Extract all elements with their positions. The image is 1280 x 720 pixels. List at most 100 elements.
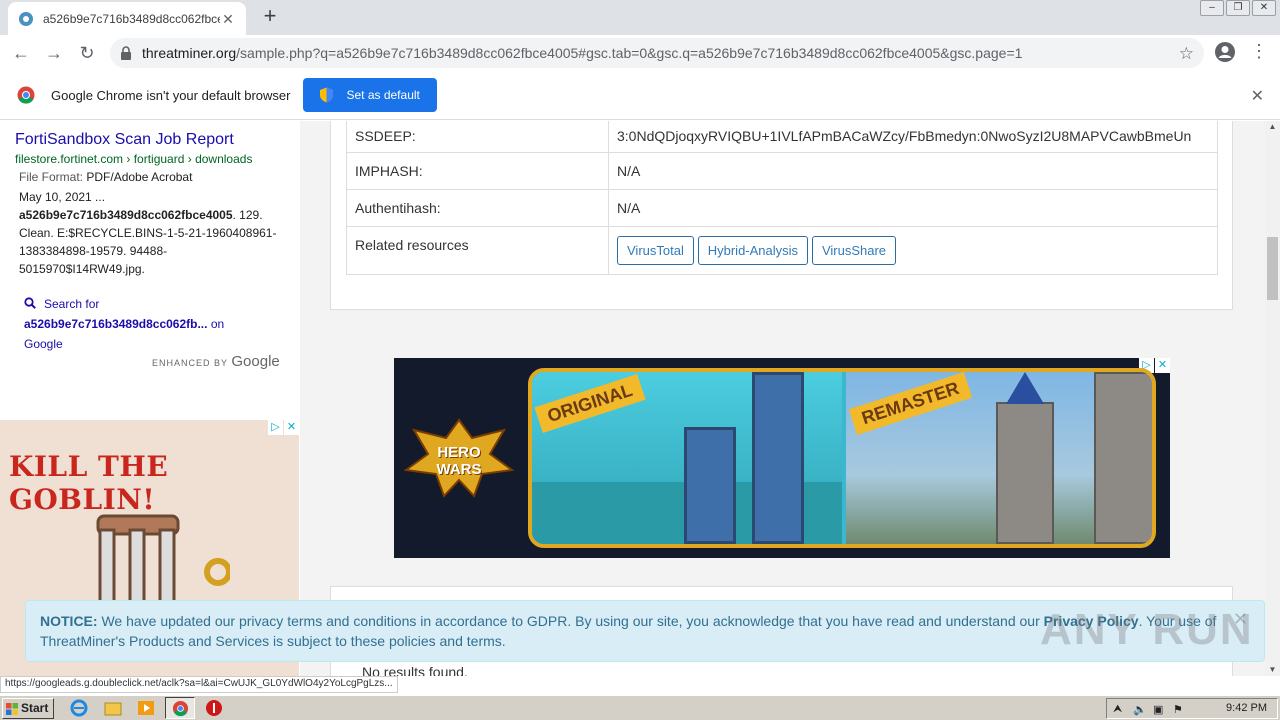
browser-tab[interactable]: a526b9e7c716b3489d8cc062fbce40 ✕: [8, 2, 246, 35]
chrome-taskbar-button[interactable]: [165, 697, 195, 719]
internet-explorer-icon[interactable]: [70, 699, 88, 717]
antivirus-icon[interactable]: [205, 699, 223, 717]
right-tower: [752, 372, 804, 544]
table-row: IMPHASH: N/A: [346, 152, 1218, 190]
threatminer-favicon-icon: [19, 11, 33, 26]
related-resources-cell: VirusTotal Hybrid-Analysis VirusShare: [608, 226, 1218, 275]
window-controls: – ❐ ✕: [1198, 0, 1276, 18]
table-row: Authentihash: N/A: [346, 189, 1218, 227]
virusshare-button[interactable]: VirusShare: [811, 236, 897, 265]
search-for-site: Google: [24, 337, 63, 351]
original-panel: ORIGINAL: [532, 372, 842, 544]
stone-tower-left: [996, 402, 1054, 544]
search-icon: [24, 297, 36, 309]
ad-close-icon[interactable]: ✕: [1155, 358, 1170, 373]
volume-icon[interactable]: 🔈: [1133, 703, 1147, 716]
result-file-format: File Format: PDF/Adobe Acrobat: [19, 170, 192, 184]
tower-roof: [1006, 372, 1044, 404]
remaster-panel: REMASTER: [846, 372, 1152, 544]
original-label: ORIGINAL: [534, 373, 646, 434]
system-tray: ⮝ 🔈 ▣ ⚑ 9:42 PM: [1106, 698, 1278, 719]
google-logo: Google: [231, 353, 280, 370]
taskbar-clock: 9:42 PM: [1226, 702, 1267, 714]
scrollbar-thumb[interactable]: [1267, 237, 1278, 300]
url-host: threatminer.org: [142, 45, 237, 61]
table-row: SSDEEP: 3:0NdQDjoqxyRVIQBU+1IVLfAPmBACaW…: [346, 121, 1218, 153]
network-icon[interactable]: ▣: [1153, 703, 1166, 716]
tab-close-icon[interactable]: ✕: [220, 11, 236, 27]
media-player-icon[interactable]: [137, 699, 155, 717]
result-url: filestore.fortinet.com › fortiguard › do…: [15, 152, 253, 166]
page-viewport: FortiSandbox Scan Job Report filestore.f…: [0, 121, 1280, 676]
result-date: May 10, 2021 ...: [19, 190, 106, 204]
search-results-panel: FortiSandbox Scan Job Report filestore.f…: [0, 121, 300, 421]
windows-flag-icon: [6, 703, 18, 715]
forward-icon[interactable]: →: [42, 41, 66, 65]
reload-icon[interactable]: ↻: [75, 41, 99, 65]
chrome-menu-icon[interactable]: ⋮: [1250, 41, 1268, 62]
notice-text: We have updated our privacy terms and co…: [97, 613, 1044, 629]
left-tower: [684, 427, 736, 544]
set-as-default-button[interactable]: Set as default: [303, 78, 437, 112]
ssdeep-value-link[interactable]: 3:0NdQDjoqxyRVIQBU+1IVLfAPmBACaWZcy/FbBm…: [608, 121, 1218, 153]
search-on-google-link[interactable]: Search for a526b9e7c716b3489d8cc062fb...…: [24, 294, 254, 354]
ad-close-icon[interactable]: ✕: [284, 420, 299, 435]
new-tab-icon[interactable]: +: [258, 5, 282, 29]
logo-line1: HERO: [437, 444, 481, 461]
hero-wars-logo: HERO WARS: [404, 418, 514, 498]
tab-strip: a526b9e7c716b3489d8cc062fbce40 ✕ + – ❐ ✕: [0, 0, 1280, 35]
tray-expand-icon[interactable]: ⮝: [1113, 703, 1126, 716]
sample-details-table: SSDEEP: 3:0NdQDjoqxyRVIQBU+1IVLfAPmBACaW…: [346, 121, 1218, 275]
file-format-value: PDF/Adobe Acrobat: [86, 170, 193, 184]
remaster-label: REMASTER: [848, 372, 973, 436]
search-for-query: a526b9e7c716b3489d8cc062fb...: [24, 317, 208, 331]
row-key: Related resources: [346, 226, 609, 275]
bookmark-star-icon[interactable]: ☆: [1179, 44, 1194, 64]
infobar-message: Google Chrome isn't your default browser: [51, 87, 291, 103]
url-path: /sample.php?q=a526b9e7c716b3489d8cc062fb…: [236, 45, 1023, 61]
result-title-link[interactable]: FortiSandbox Scan Job Report: [15, 131, 234, 149]
authentihash-value: N/A: [608, 189, 1218, 227]
close-window-icon[interactable]: ✕: [1252, 0, 1276, 16]
address-bar[interactable]: threatminer.org/sample.php?q=a526b9e7c71…: [110, 38, 1204, 68]
folder-icon[interactable]: [104, 699, 122, 717]
default-browser-infobar: Google Chrome isn't your default browser…: [0, 71, 1280, 120]
hero-wars-logo-text: HERO WARS: [404, 418, 514, 478]
imphash-value: N/A: [608, 152, 1218, 190]
flag-icon[interactable]: ⚑: [1173, 703, 1186, 716]
row-key: IMPHASH:: [346, 152, 609, 190]
scroll-up-icon[interactable]: ▲: [1265, 121, 1280, 133]
row-key: SSDEEP:: [346, 121, 609, 153]
account-icon[interactable]: [1214, 41, 1236, 63]
start-label: Start: [21, 701, 49, 715]
adchoices-icon[interactable]: ▷: [268, 420, 283, 435]
search-for-label: Search for: [44, 297, 100, 311]
tab-title: a526b9e7c716b3489d8cc062fbce40: [43, 11, 220, 26]
restore-icon[interactable]: ❐: [1226, 0, 1250, 16]
back-icon[interactable]: ←: [9, 41, 33, 65]
chrome-logo-icon: [17, 86, 35, 104]
row-key: Authentihash:: [346, 189, 609, 227]
shield-icon: [320, 87, 334, 103]
lock-icon: [121, 46, 131, 60]
hero-wars-banner-ad[interactable]: ▷ ✕ HERO WARS ORIGINAL REMASTER: [394, 358, 1170, 558]
minimize-icon[interactable]: –: [1200, 0, 1224, 16]
page-scrollbar[interactable]: ▲ ▼: [1265, 121, 1280, 676]
ad-headline: KILL THE GOBLIN!: [9, 450, 169, 516]
set-as-default-label: Set as default: [346, 88, 420, 102]
status-bar-url: https://googleads.g.doubleclick.net/aclk…: [0, 676, 398, 693]
infobar-close-icon[interactable]: ✕: [1251, 86, 1264, 106]
url-text: threatminer.org/sample.php?q=a526b9e7c71…: [142, 45, 1022, 61]
hybrid-analysis-button[interactable]: Hybrid-Analysis: [697, 236, 809, 265]
windows-taskbar: Start ⮝ 🔈 ▣ ⚑ 9:42 PM: [0, 695, 1280, 720]
banner-comparison-panel: ORIGINAL REMASTER: [528, 368, 1156, 548]
logo-line2: WARS: [436, 461, 482, 478]
stone-tower-right: [1094, 372, 1152, 544]
result-snippet: May 10, 2021 ... a526b9e7c716b3489d8cc06…: [19, 188, 284, 278]
start-button[interactable]: Start: [2, 698, 54, 719]
search-for-on: on: [210, 317, 225, 331]
virustotal-button[interactable]: VirusTotal: [617, 236, 694, 265]
chrome-icon: [172, 700, 189, 717]
scroll-down-icon[interactable]: ▼: [1265, 664, 1280, 676]
anyrun-watermark: ANY RUN: [1040, 605, 1254, 654]
